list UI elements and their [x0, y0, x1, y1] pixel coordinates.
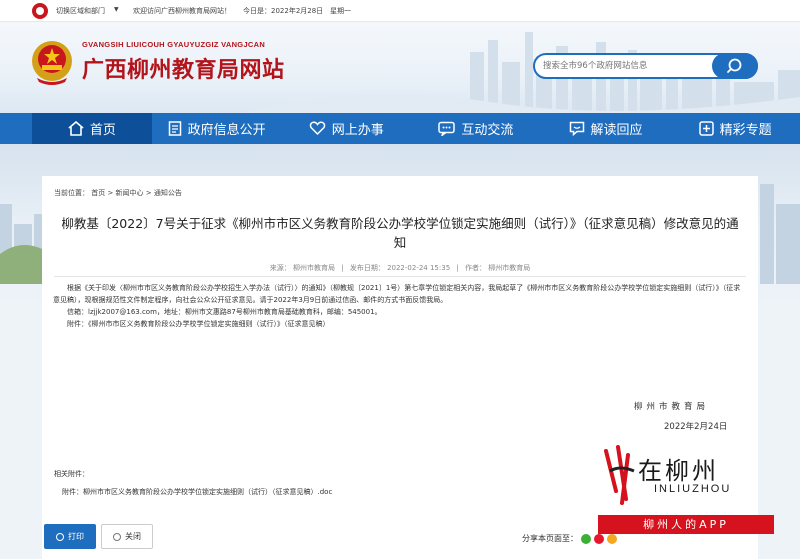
comment-icon — [569, 121, 584, 136]
switch-region-link[interactable]: 切换区域和部门 — [56, 6, 105, 16]
paragraph: 附件：《柳州市市区义务教育阶段公办学校学位锁定实施细则（试行）》（征求意见稿） — [67, 320, 330, 328]
home-icon — [68, 121, 84, 136]
close-label: 关闭 — [125, 532, 141, 541]
nav-label: 政府信息公开 — [187, 123, 266, 138]
national-emblem-icon — [32, 41, 72, 85]
document-icon — [168, 121, 181, 136]
site-header: GVANGSIH LIUICOUH GYAUYUZGIZ VANGJCAN 广西… — [0, 22, 800, 113]
nav-item-online-service[interactable]: 网上办事 — [282, 113, 412, 144]
nav-label: 解读回应 — [590, 123, 643, 138]
paragraph: 信箱：lzjjk2007@163.com，地址：柳州市文惠路87号柳州市教育局基… — [67, 308, 382, 316]
nav-label: 精彩专题 — [719, 123, 772, 138]
article-author: 作者： 柳州市教育局 — [464, 264, 531, 272]
site-search — [533, 53, 758, 79]
paragraph: 根据《关于印发〈柳州市市区义务教育阶段公办学校招生入学办法（试行）〉的通知》（柳… — [53, 284, 741, 304]
inliuzhou-watermark: 在柳州 INLIUZHOU 柳州人的APP — [590, 437, 780, 537]
attachment-link[interactable]: 附件：柳州市市区义务教育阶段公办学校学位锁定实施细则（试行）（征求意见稿）.do… — [62, 487, 332, 497]
nav-item-interpretation[interactable]: 解读回应 — [541, 113, 671, 144]
close-button[interactable]: 关闭 — [101, 524, 153, 549]
today-date: 今日是：2022年2月28日 星期一 — [243, 7, 352, 15]
heart-hands-icon — [309, 121, 326, 136]
region-logo-icon — [32, 3, 48, 19]
nav-label: 互动交流 — [461, 123, 514, 138]
chevron-down-icon[interactable]: ▼ — [114, 6, 119, 13]
inliuzhou-logo-icon — [604, 445, 635, 505]
nav-item-gov-info[interactable]: 政府信息公开 — [152, 113, 282, 144]
article-body: 根据《关于印发〈柳州市市区义务教育阶段公办学校招生入学办法（试行）〉的通知》（柳… — [53, 282, 743, 330]
close-icon — [113, 532, 121, 541]
signature-org: 柳州市教育局 — [634, 402, 710, 412]
nav-item-interaction[interactable]: 互动交流 — [411, 113, 541, 144]
meta-separator: | — [341, 264, 344, 272]
article-meta: 来源： 柳州市教育局 | 发布日期： 2022-02-24 15:35 | 作者… — [42, 263, 758, 273]
site-name[interactable]: 广西柳州教育局网站 — [82, 52, 285, 84]
watermark-zh: 在柳州 — [638, 457, 719, 485]
search-input[interactable] — [543, 58, 713, 74]
signature-date: 2022年2月24日 — [664, 422, 728, 432]
meta-separator: | — [456, 264, 459, 272]
divider — [54, 276, 746, 277]
nav-item-home[interactable]: 首页 — [32, 113, 152, 144]
nav-item-topics[interactable]: 精彩专题 — [670, 113, 800, 144]
article-title: 柳教基〔2022〕7号关于征求《柳州市市区义务教育阶段公办学校学位锁定实施细则（… — [61, 216, 739, 250]
share-label: 分享本页面至： — [522, 534, 578, 543]
plus-square-icon — [698, 121, 714, 136]
print-icon — [56, 532, 64, 541]
print-button[interactable]: 打印 — [44, 524, 96, 549]
main-nav: 首页 政府信息公开 网上办事 互动交流 解读回应 精彩专题 — [0, 113, 800, 144]
chat-icon — [438, 121, 456, 136]
search-button[interactable] — [712, 53, 758, 79]
breadcrumb[interactable]: 当前位置： 首页 > 新闻中心 > 通知公告 — [54, 188, 182, 198]
article-date: 发布日期： 2022-02-24 15:35 — [349, 264, 451, 272]
search-icon — [727, 58, 742, 73]
site-name-en: GVANGSIH LIUICOUH GYAUYUZGIZ VANGJCAN — [82, 40, 266, 49]
article-source: 来源： 柳州市教育局 — [269, 264, 336, 272]
print-label: 打印 — [68, 532, 84, 541]
nav-label: 首页 — [89, 123, 116, 138]
attachments-label: 相关附件： — [54, 470, 89, 478]
nav-label: 网上办事 — [331, 123, 384, 138]
top-bar: 切换区域和部门 ▼ 欢迎访问广西柳州教育局网站！ 今日是：2022年2月28日 … — [0, 0, 800, 22]
welcome-text: 欢迎访问广西柳州教育局网站！ — [133, 7, 231, 15]
watermark-en: INLIUZHOU — [654, 483, 732, 495]
watermark-slogan: 柳州人的APP — [598, 515, 774, 534]
